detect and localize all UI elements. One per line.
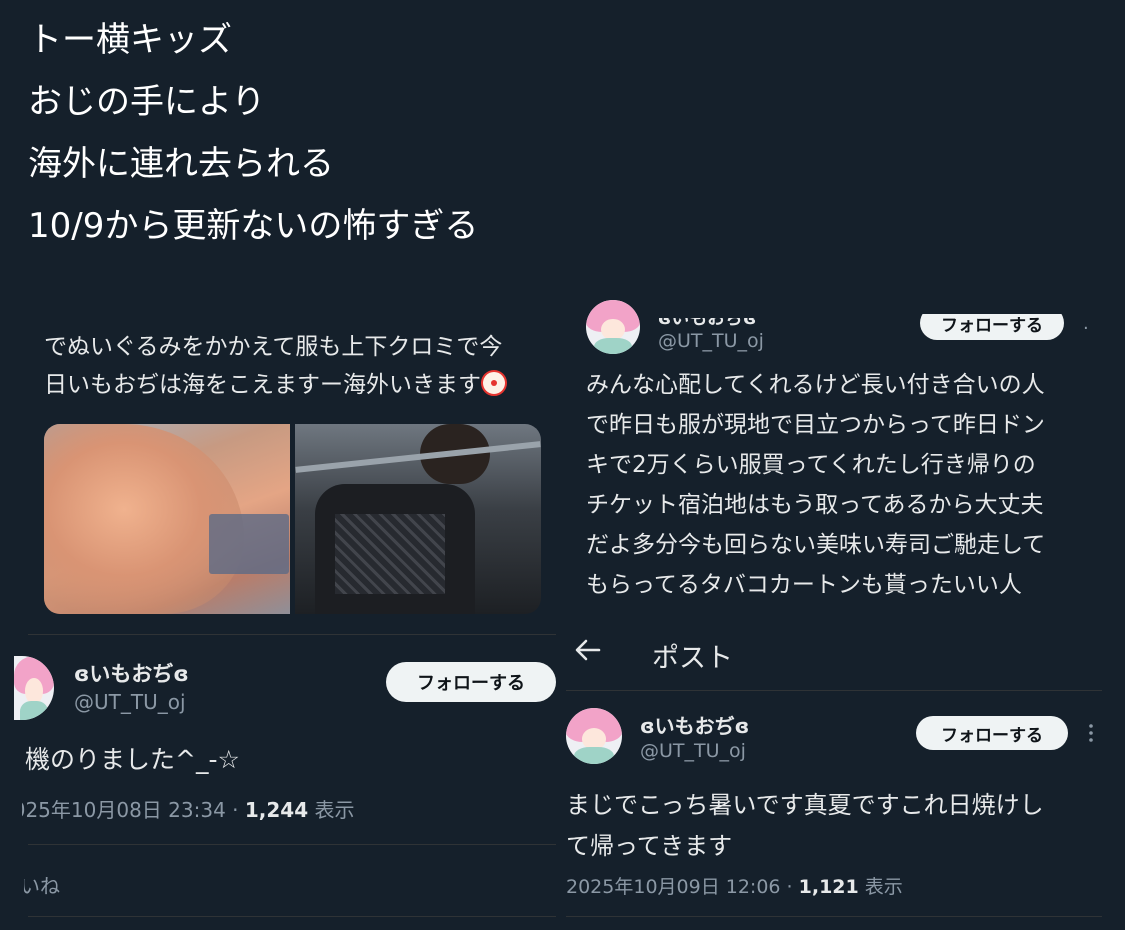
left-post-meta: 2025年10月08日 23:34 · 1,244 表示	[22, 794, 355, 823]
right-top-post-text-line-5: だよ多分今も回らない美味い寿司ご馳走して	[586, 532, 1046, 558]
right-more-icon[interactable]	[1088, 722, 1094, 744]
left-divider-3	[28, 916, 556, 917]
right-post-text-line-2: て帰ってきます	[566, 832, 733, 860]
left-post-text: 行機のりました^_-☆	[0, 745, 240, 774]
right-post-text-line-1: まじでこっち暑いです真夏ですこれ日焼けし	[566, 791, 1044, 819]
left-post-caption-line-2: 日いもおぢは海をこえますー海外いきます	[44, 366, 554, 404]
arrow-left-icon	[575, 639, 601, 661]
right-post-views-count: 1,121	[798, 876, 859, 898]
right-divider-2	[566, 916, 1102, 917]
right-post-views-label: 表示	[858, 876, 903, 898]
left-divider-2	[28, 844, 556, 845]
right-top-post-text-line-2: で昨日も服が現地で目立つからって昨日ドン	[586, 412, 1045, 438]
headline-line-4: 10/9から更新ないの怖すぎる	[28, 206, 479, 246]
left-post-author-name[interactable]: ɞいもおぢɞ	[74, 658, 189, 688]
left-post-views-label: 表示	[308, 798, 355, 822]
post-header-title: ポスト	[652, 643, 733, 674]
photo-rail	[295, 441, 541, 473]
left-post-author-handle[interactable]: @UT_TU_oj	[74, 690, 186, 714]
left-post-avatar[interactable]	[14, 656, 54, 720]
right-divider-1	[566, 690, 1102, 691]
right-post-timestamp[interactable]: 2025年10月09日 12:06 ·	[566, 876, 799, 898]
right-post-author-handle[interactable]: @UT_TU_oj	[640, 740, 746, 762]
right-top-post-text-line-1: みんな心配してくれるけど長い付き合いの人	[586, 372, 1045, 398]
right-top-post-text-line-3: キで2万くらい服買ってくれたし行き帰りの	[586, 452, 1036, 478]
headline-line-2: おじの手により	[28, 82, 266, 122]
left-divider-1	[28, 634, 556, 635]
headline-line-3: 海外に連れ去られる	[28, 144, 334, 184]
left-post-likes[interactable]: いいね	[24, 870, 60, 899]
right-post-author-name[interactable]: ɞいもおぢɞ	[640, 710, 749, 739]
left-follow-button[interactable]: フォローする	[386, 662, 556, 702]
clown-emoji-icon	[481, 370, 507, 396]
right-top-post-avatar[interactable]	[586, 300, 640, 354]
right-post-avatar[interactable]	[566, 708, 622, 764]
post-photo-outfit[interactable]	[295, 424, 541, 614]
right-top-post-author-name[interactable]: ɞいもおぢɞ	[658, 318, 756, 330]
right-post-meta: 2025年10月09日 12:06 · 1,121 表示	[566, 872, 903, 899]
back-arrow-icon[interactable]	[574, 636, 602, 670]
photo-station-sign	[209, 514, 289, 574]
right-top-follow-button[interactable]: フォローする	[920, 314, 1064, 340]
post-photo-hair[interactable]	[44, 424, 290, 614]
left-post-timestamp[interactable]: 2025年10月08日 23:34 ·	[22, 798, 245, 822]
left-post-caption-line-2-text: 日いもおぢは海をこえますー海外いきます	[44, 372, 481, 398]
right-top-post-text-line-6: もらってるタバコカートンも貰ったいい人	[586, 572, 1022, 598]
left-post-caption-line-1: でぬいぐるみをかかえて服も上下クロミで今	[44, 334, 503, 360]
right-top-more-icon[interactable]: ·	[1083, 318, 1089, 339]
right-top-post-author-handle[interactable]: @UT_TU_oj	[658, 330, 764, 352]
left-post-views-count: 1,244	[244, 798, 309, 822]
right-top-post-text-line-4: チケット宿泊地はもう取ってあるから大丈夫	[586, 492, 1044, 518]
photo-shirt-print	[335, 514, 445, 594]
right-follow-button[interactable]: フォローする	[916, 716, 1068, 750]
headline-line-1: トー横キッズ	[28, 20, 232, 60]
